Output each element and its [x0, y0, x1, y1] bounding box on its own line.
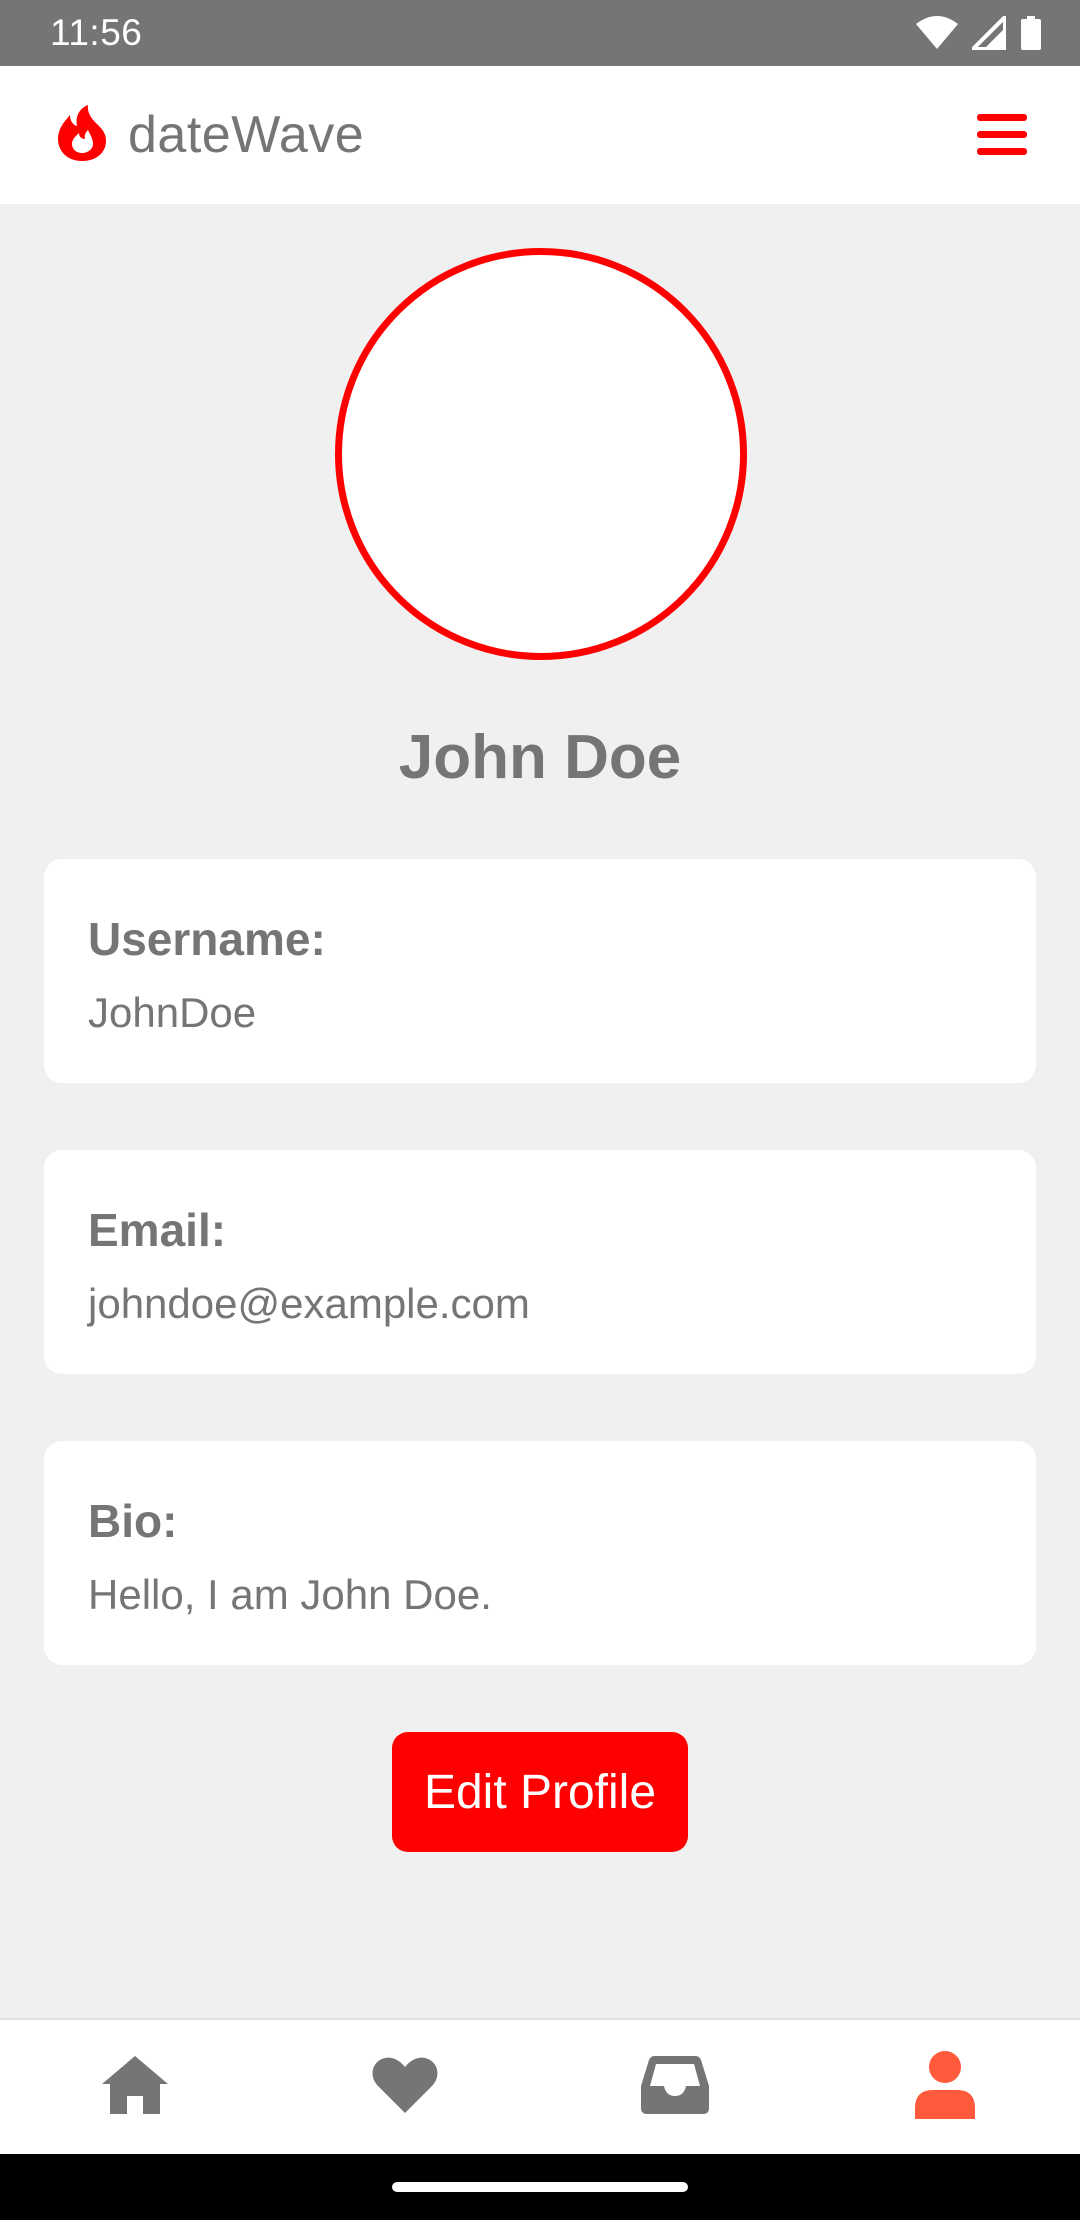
- status-time: 11:56: [50, 12, 143, 53]
- app-name: dateWave: [128, 106, 365, 164]
- profile-screen: 11:56 dateWave John Doe Username: JohnDo…: [0, 0, 1080, 2220]
- nav-profile[interactable]: [810, 2020, 1080, 2154]
- email-card: Email: johndoe@example.com: [44, 1150, 1036, 1374]
- username-label: Username:: [88, 913, 326, 965]
- status-icons: [916, 16, 1042, 50]
- hamburger-menu-icon[interactable]: [976, 113, 1028, 157]
- username-value: JohnDoe: [88, 989, 257, 1036]
- email-label: Email:: [88, 1204, 227, 1256]
- brand[interactable]: dateWave: [56, 104, 364, 167]
- bottom-nav: [0, 2018, 1080, 2154]
- bio-card: Bio: Hello, I am John Doe.: [44, 1441, 1036, 1665]
- edit-profile-button[interactable]: Edit Profile: [392, 1732, 688, 1852]
- app-header: dateWave: [0, 66, 1080, 204]
- bio-label: Bio:: [88, 1495, 178, 1547]
- battery-icon: [1020, 16, 1042, 50]
- flame-icon: [56, 104, 108, 167]
- wifi-icon: [916, 16, 958, 50]
- bio-value: Hello, I am John Doe.: [88, 1571, 492, 1618]
- nav-home[interactable]: [0, 2020, 270, 2154]
- signal-icon: [972, 16, 1006, 50]
- email-value: johndoe@example.com: [88, 1280, 530, 1327]
- heart-icon: [370, 2055, 440, 2120]
- nav-likes[interactable]: [270, 2020, 540, 2154]
- profile-icon: [913, 2050, 977, 2125]
- home-icon: [100, 2054, 170, 2121]
- status-bar: 11:56: [0, 0, 1080, 66]
- nav-inbox[interactable]: [540, 2020, 810, 2154]
- profile-name: John Doe: [398, 723, 682, 792]
- avatar[interactable]: [335, 248, 747, 660]
- home-indicator[interactable]: [392, 2182, 688, 2192]
- system-nav-bar: [0, 2154, 1080, 2220]
- username-card: Username: JohnDoe: [44, 859, 1036, 1083]
- inbox-icon: [640, 2054, 710, 2121]
